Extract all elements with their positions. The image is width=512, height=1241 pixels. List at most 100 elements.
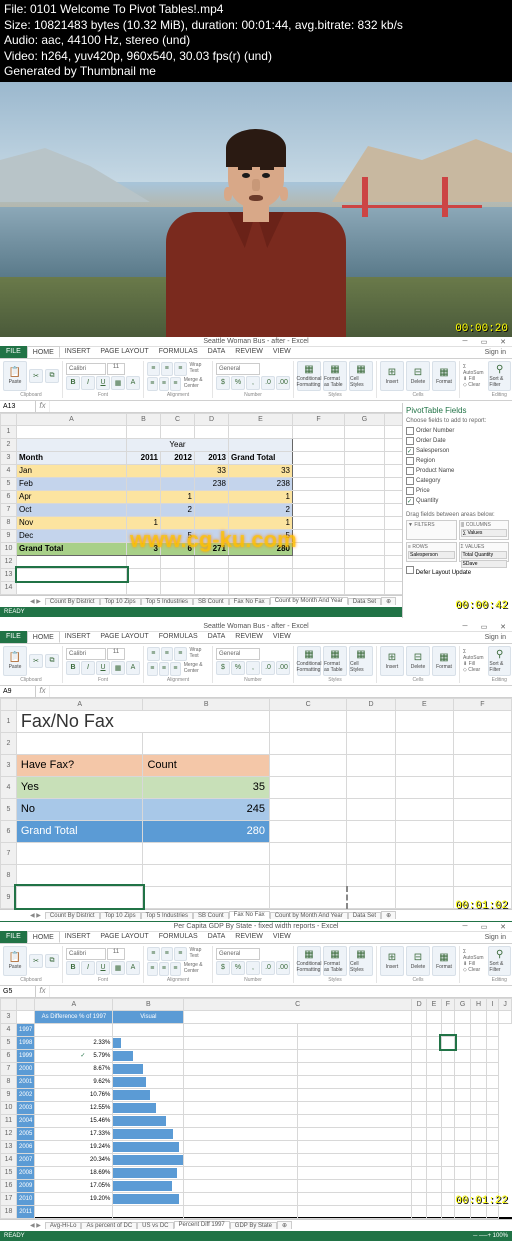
sort-&-filter-button[interactable]: ⚲Sort & Filter <box>488 646 511 676</box>
signin-link[interactable]: Sign in <box>485 934 506 941</box>
insert-tab[interactable]: INSERT <box>60 346 96 358</box>
review-tab[interactable]: REVIEW <box>230 631 268 643</box>
font-size[interactable]: 11 <box>107 363 125 375</box>
format-button[interactable]: ▦Format <box>432 946 456 976</box>
file-tab[interactable]: FILE <box>0 631 27 643</box>
cell-styles-button[interactable]: ▦Cell Styles <box>349 946 373 976</box>
pivot-field[interactable]: Salesperson <box>406 446 509 456</box>
fx-icon[interactable]: fx <box>36 686 50 697</box>
page-layout-tab[interactable]: PAGE LAYOUT <box>95 631 153 643</box>
pivot-field[interactable]: Category <box>406 476 509 486</box>
conditional-formatting-button[interactable]: ▦Conditional Formatting <box>297 361 321 391</box>
review-tab[interactable]: REVIEW <box>230 931 268 943</box>
filters-area[interactable]: ▼ FILTERS <box>406 520 457 540</box>
maximize-button[interactable]: ▭ <box>475 622 493 632</box>
worksheet-grid[interactable]: ABCDEFGHIJ 3As Difference % of 1997Visua… <box>0 998 512 1219</box>
formulas-tab[interactable]: FORMULAS <box>154 631 203 643</box>
maximize-button[interactable]: ▭ <box>475 922 493 932</box>
cell-styles-button[interactable]: ▦Cell Styles <box>349 646 373 676</box>
sheet-tab[interactable]: Count by Month And Year <box>270 597 348 605</box>
delete-button[interactable]: ⊟Delete <box>406 361 430 391</box>
sheet-tab[interactable]: Data Set <box>348 598 381 605</box>
cell-styles-button[interactable]: ▦Cell Styles <box>349 361 373 391</box>
minimize-button[interactable]: ─ <box>456 622 474 632</box>
pivot-field[interactable]: Order Date <box>406 436 509 446</box>
pivot-field[interactable]: Order Number <box>406 426 509 436</box>
conditional-formatting-button[interactable]: ▦Conditional Formatting <box>297 646 321 676</box>
paste-button[interactable]: 📋Paste <box>3 946 27 976</box>
view-tab[interactable]: VIEW <box>268 931 296 943</box>
name-box[interactable]: A13 <box>0 401 36 412</box>
home-tab[interactable]: HOME <box>27 931 60 943</box>
close-button[interactable]: ✕ <box>494 337 512 347</box>
sheet-tab[interactable]: Top 5 Industries <box>141 598 193 605</box>
font-size[interactable]: 11 <box>107 648 125 660</box>
sheet-tab[interactable]: Top 10 Zips <box>100 912 141 919</box>
sheet-tab[interactable]: Percent Diff 1997 <box>174 1221 230 1229</box>
sheet-tab[interactable]: Top 5 Industries <box>141 912 193 919</box>
conditional-formatting-button[interactable]: ▦Conditional Formatting <box>297 946 321 976</box>
delete-button[interactable]: ⊟Delete <box>406 646 430 676</box>
font-select[interactable]: Calibri <box>66 948 106 960</box>
data-tab[interactable]: DATA <box>203 346 231 358</box>
font-select[interactable]: Calibri <box>66 363 106 375</box>
sort-&-filter-button[interactable]: ⚲Sort & Filter <box>488 946 511 976</box>
sheet-tab[interactable]: SB Count <box>193 912 229 919</box>
sheet-tab[interactable]: Count by Month And Year <box>270 912 348 919</box>
data-tab[interactable]: DATA <box>203 931 231 943</box>
home-tab[interactable]: HOME <box>27 346 60 358</box>
data-tab[interactable]: DATA <box>203 631 231 643</box>
format-as-table-button[interactable]: ▦Format as Table <box>323 946 347 976</box>
file-tab[interactable]: FILE <box>0 931 27 943</box>
sheet-tab[interactable]: As percent of DC <box>81 1222 137 1229</box>
insert-button[interactable]: ⊞Insert <box>380 361 404 391</box>
home-tab[interactable]: HOME <box>27 631 60 643</box>
font-size[interactable]: 11 <box>107 948 125 960</box>
sheet-tab[interactable]: Avg-Hi-Lo <box>45 1222 82 1229</box>
maximize-button[interactable]: ▭ <box>475 337 493 347</box>
sheet-tab[interactable]: Fax No Fax <box>229 911 270 919</box>
delete-button[interactable]: ⊟Delete <box>406 946 430 976</box>
close-button[interactable]: ✕ <box>494 922 512 932</box>
new-sheet-button[interactable]: ⊕ <box>381 597 396 605</box>
sheet-tab[interactable]: US vs DC <box>137 1222 173 1229</box>
page-layout-tab[interactable]: PAGE LAYOUT <box>95 931 153 943</box>
fx-icon[interactable]: fx <box>36 986 50 997</box>
pivot-field[interactable]: Quantity <box>406 496 509 506</box>
sheet-tab[interactable]: GDP By State <box>230 1222 277 1229</box>
insert-tab[interactable]: INSERT <box>60 631 96 643</box>
sheet-tab[interactable]: Data Set <box>348 912 381 919</box>
pivot-field[interactable]: Region <box>406 456 509 466</box>
sheet-tab[interactable]: Fax No Fax <box>229 598 270 605</box>
name-box[interactable]: A9 <box>0 686 36 697</box>
worksheet-grid[interactable]: ABCDEF 1Fax/No Fax 2 3Have Fax?Count 4Ye… <box>0 698 512 909</box>
pivot-field[interactable]: Price <box>406 486 509 496</box>
new-sheet-button[interactable]: ⊕ <box>277 1221 292 1229</box>
new-sheet-button[interactable]: ⊕ <box>381 911 396 919</box>
sort-&-filter-button[interactable]: ⚲Sort & Filter <box>488 361 511 391</box>
values-area[interactable]: Σ VALUESTotal QuantitySDave <box>459 542 510 562</box>
format-as-table-button[interactable]: ▦Format as Table <box>323 646 347 676</box>
name-box[interactable]: G5 <box>0 986 36 997</box>
fx-icon[interactable]: fx <box>36 401 50 412</box>
sheet-tab[interactable]: Count By District <box>45 598 100 605</box>
format-button[interactable]: ▦Format <box>432 361 456 391</box>
view-tab[interactable]: VIEW <box>268 346 296 358</box>
sheet-tab[interactable]: Top 10 Zips <box>100 598 141 605</box>
insert-button[interactable]: ⊞Insert <box>380 646 404 676</box>
close-button[interactable]: ✕ <box>494 622 512 632</box>
pivot-field[interactable]: Product Name <box>406 466 509 476</box>
file-tab[interactable]: FILE <box>0 346 27 358</box>
view-tab[interactable]: VIEW <box>268 631 296 643</box>
columns-area[interactable]: ||| COLUMNS∑ Values <box>459 520 510 540</box>
review-tab[interactable]: REVIEW <box>230 346 268 358</box>
formulas-tab[interactable]: FORMULAS <box>154 346 203 358</box>
signin-link[interactable]: Sign in <box>485 349 506 356</box>
rows-area[interactable]: ≡ ROWSSalesperson <box>406 542 457 562</box>
font-select[interactable]: Calibri <box>66 648 106 660</box>
insert-tab[interactable]: INSERT <box>60 931 96 943</box>
signin-link[interactable]: Sign in <box>485 634 506 641</box>
paste-button[interactable]: 📋Paste <box>3 646 27 676</box>
sheet-tab[interactable]: SB Count <box>193 598 229 605</box>
sheet-tab[interactable]: Count By District <box>45 912 100 919</box>
